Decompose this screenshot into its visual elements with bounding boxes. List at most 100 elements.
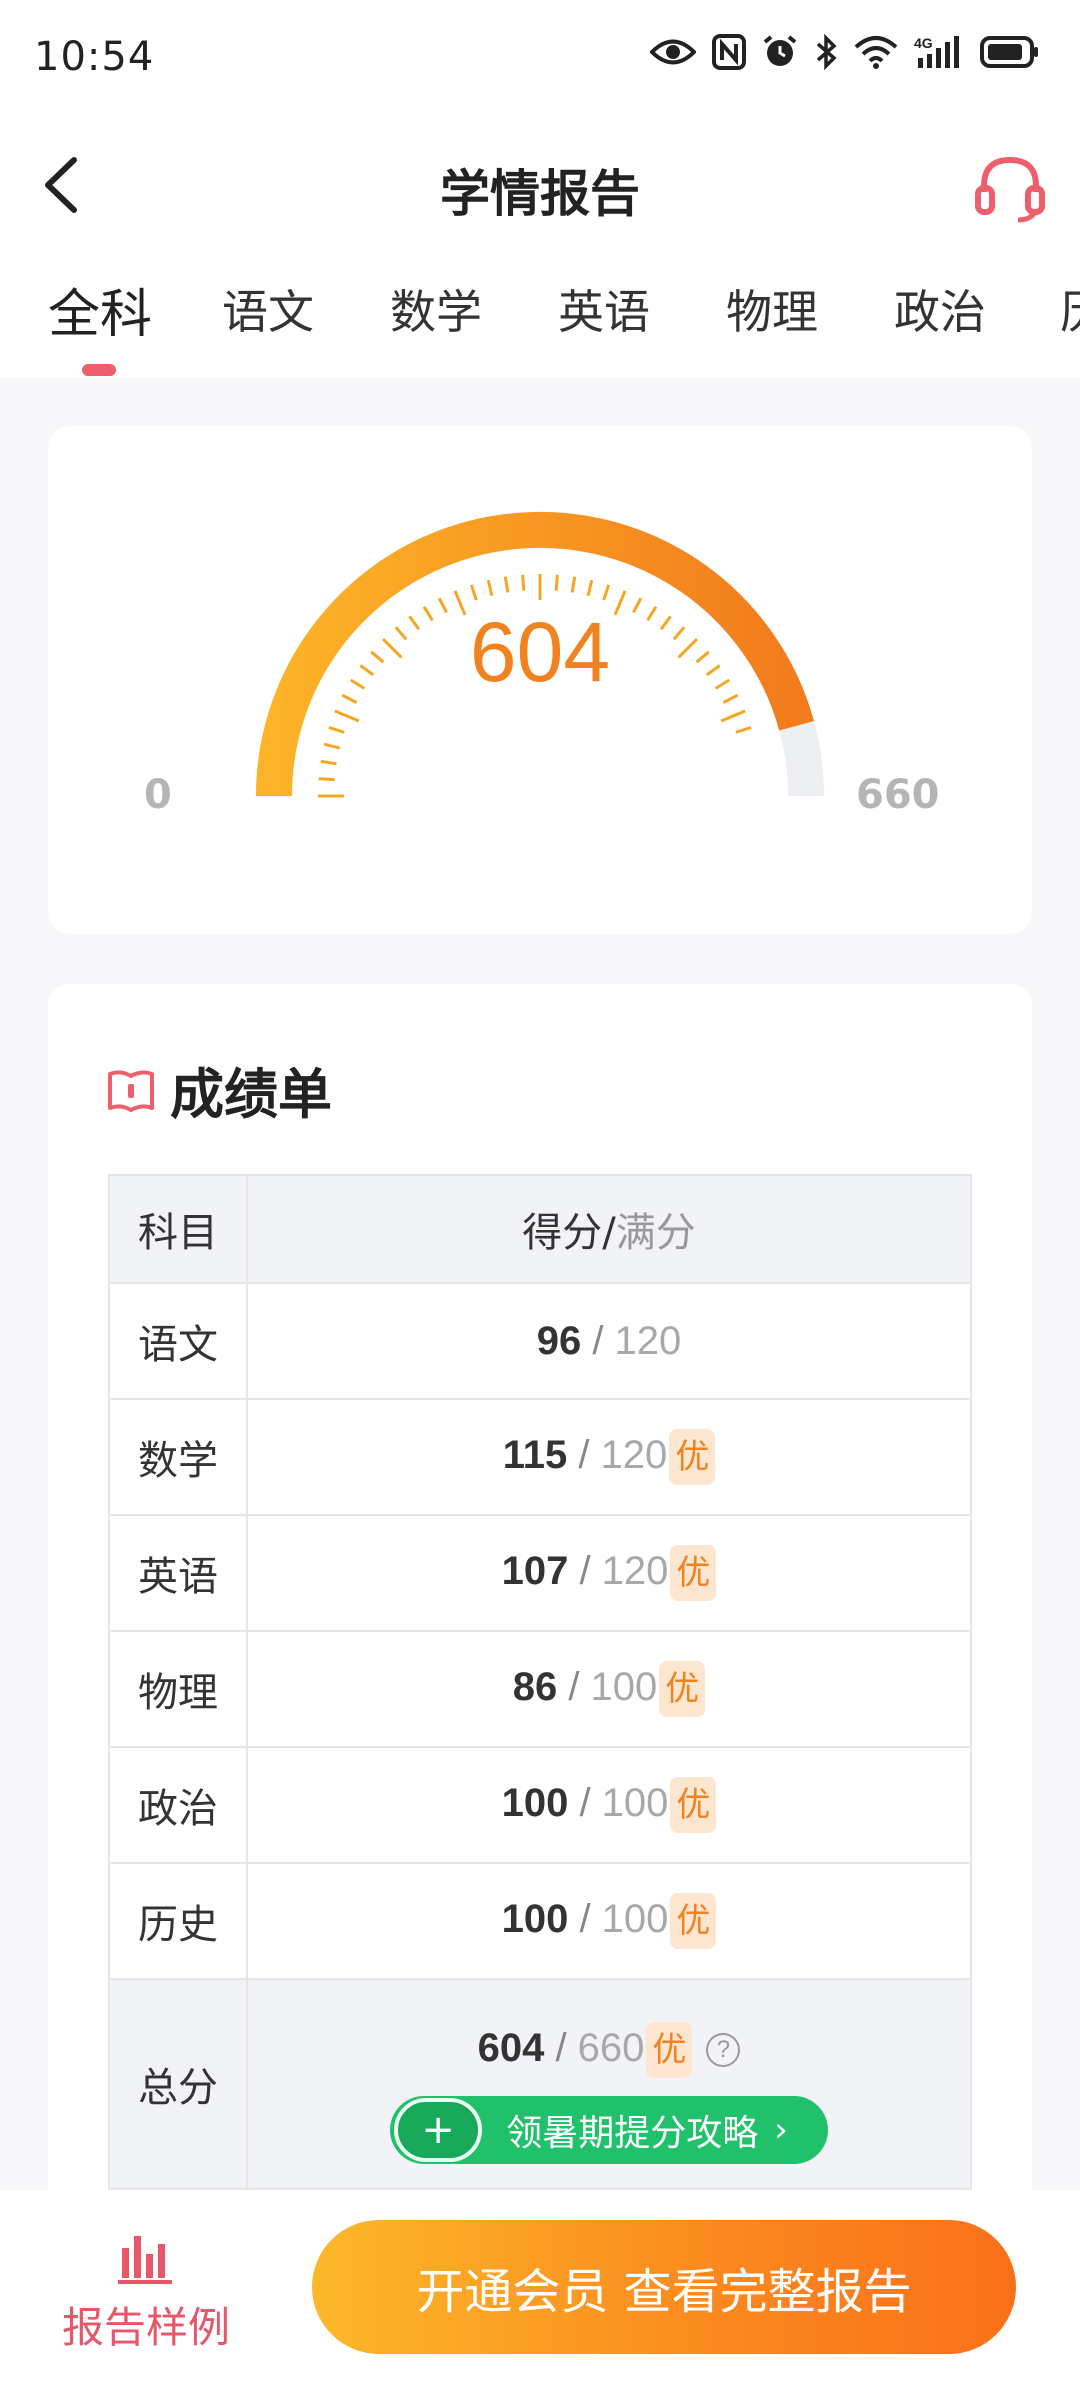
wifi-icon — [854, 36, 898, 69]
subject-cell: 政治 — [108, 1746, 248, 1864]
battery-icon — [980, 36, 1038, 68]
report-sample-label: 报告样例 — [61, 2303, 230, 2352]
score-cell: 107 / 120 优 — [246, 1514, 972, 1632]
score-value: 96 — [536, 1319, 582, 1363]
subject-cell: 历史 — [108, 1862, 248, 1980]
tab-physics[interactable]: 物理 — [726, 276, 818, 342]
gauge-tick — [328, 725, 345, 734]
score-cell: 115 / 120 优 — [246, 1398, 972, 1516]
full-score-value: 120 — [614, 1319, 682, 1363]
gauge-tick — [320, 759, 337, 766]
summer-strategy-button[interactable]: + 领暑期提分攻略 › — [390, 2096, 828, 2164]
page-title: 学情报告 — [440, 165, 640, 223]
table-row: 数学 115 / 120 优 — [108, 1398, 972, 1516]
excellent-badge: 优 — [659, 1661, 706, 1717]
gauge-tick — [469, 584, 478, 601]
report-sample-button[interactable]: 报告样例 — [56, 2230, 236, 2355]
help-icon[interactable]: ? — [706, 2033, 741, 2067]
subject-cell: 语文 — [108, 1282, 248, 1400]
bottom-bar: 报告样例 开通会员 查看完整报告 — [0, 2190, 1080, 2400]
total-full-value: 660 — [577, 2026, 645, 2070]
gauge-tick — [521, 574, 526, 591]
chevron-right-icon: › — [774, 2110, 788, 2150]
report-title: 成绩单 — [170, 1063, 332, 1126]
excellent-badge: 优 — [670, 1777, 717, 1833]
book-icon — [108, 1069, 154, 1112]
open-membership-button[interactable]: 开通会员 查看完整报告 — [312, 2220, 1016, 2354]
total-label: 总分 — [108, 1978, 248, 2190]
gauge-tick — [318, 777, 335, 782]
plus-icon: + — [394, 2098, 483, 2162]
score-table: 科目 得分/满分 语文 96 / 120 数学 115 / 120 优 英语 10… — [108, 1174, 972, 2190]
score-cell: 100 / 100 优 — [246, 1746, 972, 1864]
tab-history[interactable]: 历 — [1060, 276, 1080, 342]
header-slash: / — [602, 1210, 616, 1256]
report-card: 成绩单 科目 得分/满分 语文 96 / 120 数学 115 / 120 优 英… — [48, 984, 1032, 2234]
tab-english[interactable]: 英语 — [558, 276, 650, 342]
strategy-label: 领暑期提分攻略 — [506, 2113, 759, 2154]
subject-cell: 数学 — [108, 1398, 248, 1516]
gauge-tick — [503, 576, 510, 593]
total-row: 总分 604 / 660 优? + 领暑期提分攻略 › — [108, 1978, 972, 2190]
tab-politics[interactable]: 政治 — [894, 276, 986, 342]
subject-cell: 物理 — [108, 1630, 248, 1748]
svg-text:4G: 4G — [914, 35, 933, 51]
table-row: 政治 100 / 100 优 — [108, 1746, 972, 1864]
active-tab-indicator — [82, 364, 116, 376]
status-time: 10:54 — [34, 34, 155, 80]
table-row: 历史 100 / 100 优 — [108, 1862, 972, 1980]
gauge-min-label: 0 — [144, 772, 172, 818]
score-value: 100 — [501, 1897, 569, 1941]
score-value: 107 — [501, 1549, 569, 1593]
excellent-badge: 优 — [670, 1893, 717, 1949]
nav-bar: 学情报告 — [0, 120, 1080, 252]
excellent-badge: 优 — [646, 2022, 693, 2078]
gauge-tick — [323, 742, 341, 750]
gauge-max-label: 660 — [856, 772, 940, 818]
bluetooth-icon — [816, 34, 837, 70]
full-score-value: 120 — [601, 1549, 669, 1593]
total-score-line: 604 / 660 优? — [248, 2022, 970, 2078]
score-value: 100 — [501, 1781, 569, 1825]
score-value: 86 — [512, 1665, 558, 1709]
subject-cell: 英语 — [108, 1514, 248, 1632]
headset-icon — [975, 156, 1045, 223]
header-full-label: 满分 — [615, 1210, 696, 1256]
total-score-cell: 604 / 660 优? + 领暑期提分攻略 › — [246, 1978, 972, 2190]
gauge-tick — [486, 579, 494, 597]
excellent-badge: 优 — [669, 1429, 716, 1485]
subject-tabs: 全科 语文 数学 英语 物理 政治 历 — [0, 252, 1080, 378]
gauge-score: 604 — [469, 605, 611, 699]
report-header: 成绩单 — [106, 1050, 332, 1129]
score-cell: 100 / 100 优 — [246, 1862, 972, 1980]
total-score-value: 604 — [477, 2026, 545, 2070]
score-cell: 86 / 100 优 — [246, 1630, 972, 1748]
tab-chinese[interactable]: 语文 — [222, 276, 314, 342]
gauge-tick — [586, 579, 594, 597]
full-score-value: 120 — [600, 1433, 668, 1477]
gauge-tick — [720, 709, 746, 723]
gauge-tick — [570, 576, 577, 593]
header-subject: 科目 — [108, 1174, 248, 1284]
eye-icon — [650, 39, 696, 65]
table-row: 物理 86 / 100 优 — [108, 1630, 972, 1748]
nfc-icon — [712, 34, 746, 70]
full-score-value: 100 — [601, 1781, 669, 1825]
score-cell: 96 / 120 — [246, 1282, 972, 1400]
table-row: 英语 107 / 120 优 — [108, 1514, 972, 1632]
status-bar: 10:54 4G — [0, 0, 1080, 120]
status-icons: 4G — [650, 34, 1040, 70]
bar-chart-icon — [118, 2236, 172, 2284]
header-score: 得分/满分 — [246, 1174, 972, 1284]
customer-support-button[interactable] — [970, 150, 1050, 226]
full-score-value: 100 — [601, 1897, 669, 1941]
tab-math[interactable]: 数学 — [390, 276, 482, 342]
gauge-tick — [554, 574, 559, 591]
gauge-tick — [602, 584, 611, 601]
score-gauge-card: 604 0 660 — [48, 426, 1032, 934]
table-row: 语文 96 / 120 — [108, 1282, 972, 1400]
gauge-tick — [334, 709, 360, 723]
excellent-badge: 优 — [670, 1545, 717, 1601]
tab-all[interactable]: 全科 — [48, 272, 152, 347]
signal-4g-icon: 4G — [914, 35, 959, 68]
